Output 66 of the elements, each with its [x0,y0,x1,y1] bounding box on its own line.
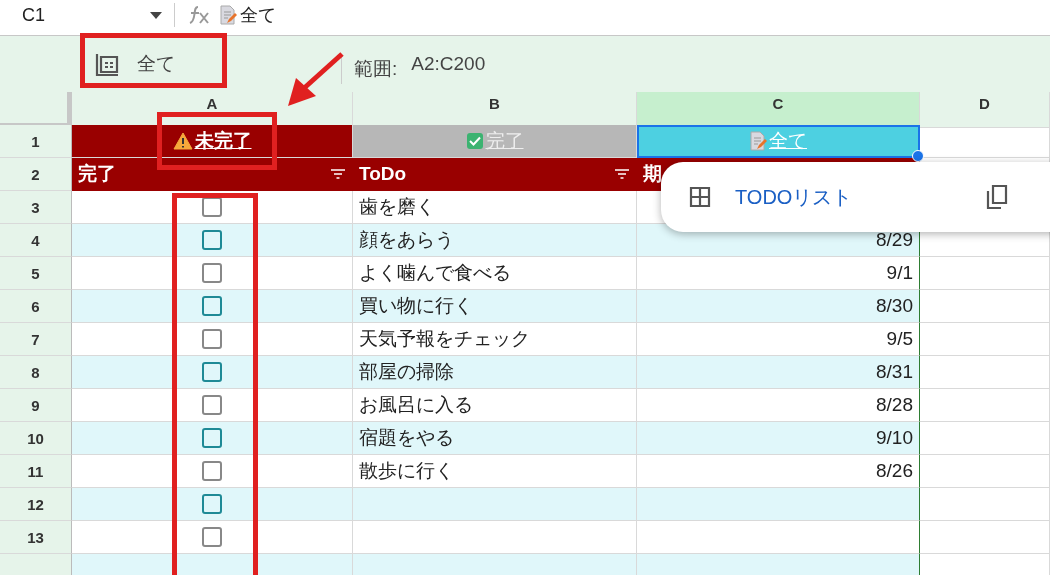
task-text: 歯を磨く [359,195,435,219]
annotation-arrow [288,52,344,106]
task-text: 天気予報をチェック [359,327,530,351]
row-header[interactable]: 9 [0,389,72,422]
row-header[interactable]: 5 [0,257,72,290]
row-header[interactable]: 7 [0,323,72,356]
checkbox[interactable] [202,362,222,382]
column-header[interactable]: C [637,92,920,128]
task-text: 部屋の掃除 [359,360,454,384]
checkbox[interactable] [202,461,222,481]
memo-icon [749,131,767,151]
range-label: 範囲: [354,57,398,81]
task-text: 買い物に行く [359,294,473,318]
cell-reference[interactable]: C1 [0,4,132,26]
row-header[interactable]: 13 [0,521,72,554]
checkbox[interactable] [202,230,222,250]
row-header[interactable]: 2 [0,158,72,191]
task-text: 散歩に行く [359,459,454,483]
header-label: 完了 [78,162,116,186]
formula-text[interactable]: 全て [240,3,276,27]
slicer-label[interactable]: 全て [137,51,175,77]
due-date: 8/26 [876,460,913,482]
due-date: 9/1 [886,262,913,284]
fill-handle[interactable] [912,150,924,162]
column-header[interactable]: B [353,92,637,128]
due-date: 9/5 [886,328,913,350]
due-date: 8/28 [876,394,913,416]
due-date: 8/31 [876,361,913,383]
header-label: 期 [643,162,662,186]
row-header[interactable]: 1 [0,125,72,158]
dropdown-caret-icon[interactable] [150,11,162,19]
row-header[interactable]: 12 [0,488,72,521]
checkbox[interactable] [202,197,222,217]
copy-icon[interactable] [985,184,1009,210]
checkbox[interactable] [202,395,222,415]
table-icon [689,186,711,208]
checkbox[interactable] [202,428,222,448]
memo-icon [219,5,237,25]
column-header[interactable]: D [920,92,1050,128]
due-date: 9/10 [876,427,913,449]
checkbox[interactable] [202,263,222,283]
checkbox[interactable] [202,329,222,349]
checkbox[interactable] [202,296,222,316]
row-header[interactable]: 6 [0,290,72,323]
range-value: A2:C200 [411,53,486,75]
header-label: ToDo [359,163,407,185]
filter-icon[interactable] [614,168,630,180]
due-date: 8/30 [876,295,913,317]
function-icon [189,5,211,25]
warning-icon [172,132,193,150]
checkbox[interactable] [202,527,222,547]
filter-icon[interactable] [330,168,346,180]
row-header[interactable]: 8 [0,356,72,389]
row-header[interactable]: 10 [0,422,72,455]
row-header[interactable]: 4 [0,224,72,257]
due-date: 8/29 [876,229,913,251]
task-text: 顔をあらう [359,228,454,252]
task-text: よく噛んで食べる [359,261,511,285]
checkbox[interactable] [202,494,222,514]
checkmark-icon [465,132,484,150]
corner-cell[interactable] [0,92,72,128]
task-text: 宿題をやる [359,426,454,450]
row-header[interactable]: 11 [0,455,72,488]
task-text: お風呂に入る [359,393,473,417]
calculator-icon[interactable] [95,51,121,77]
row-header[interactable]: 3 [0,191,72,224]
